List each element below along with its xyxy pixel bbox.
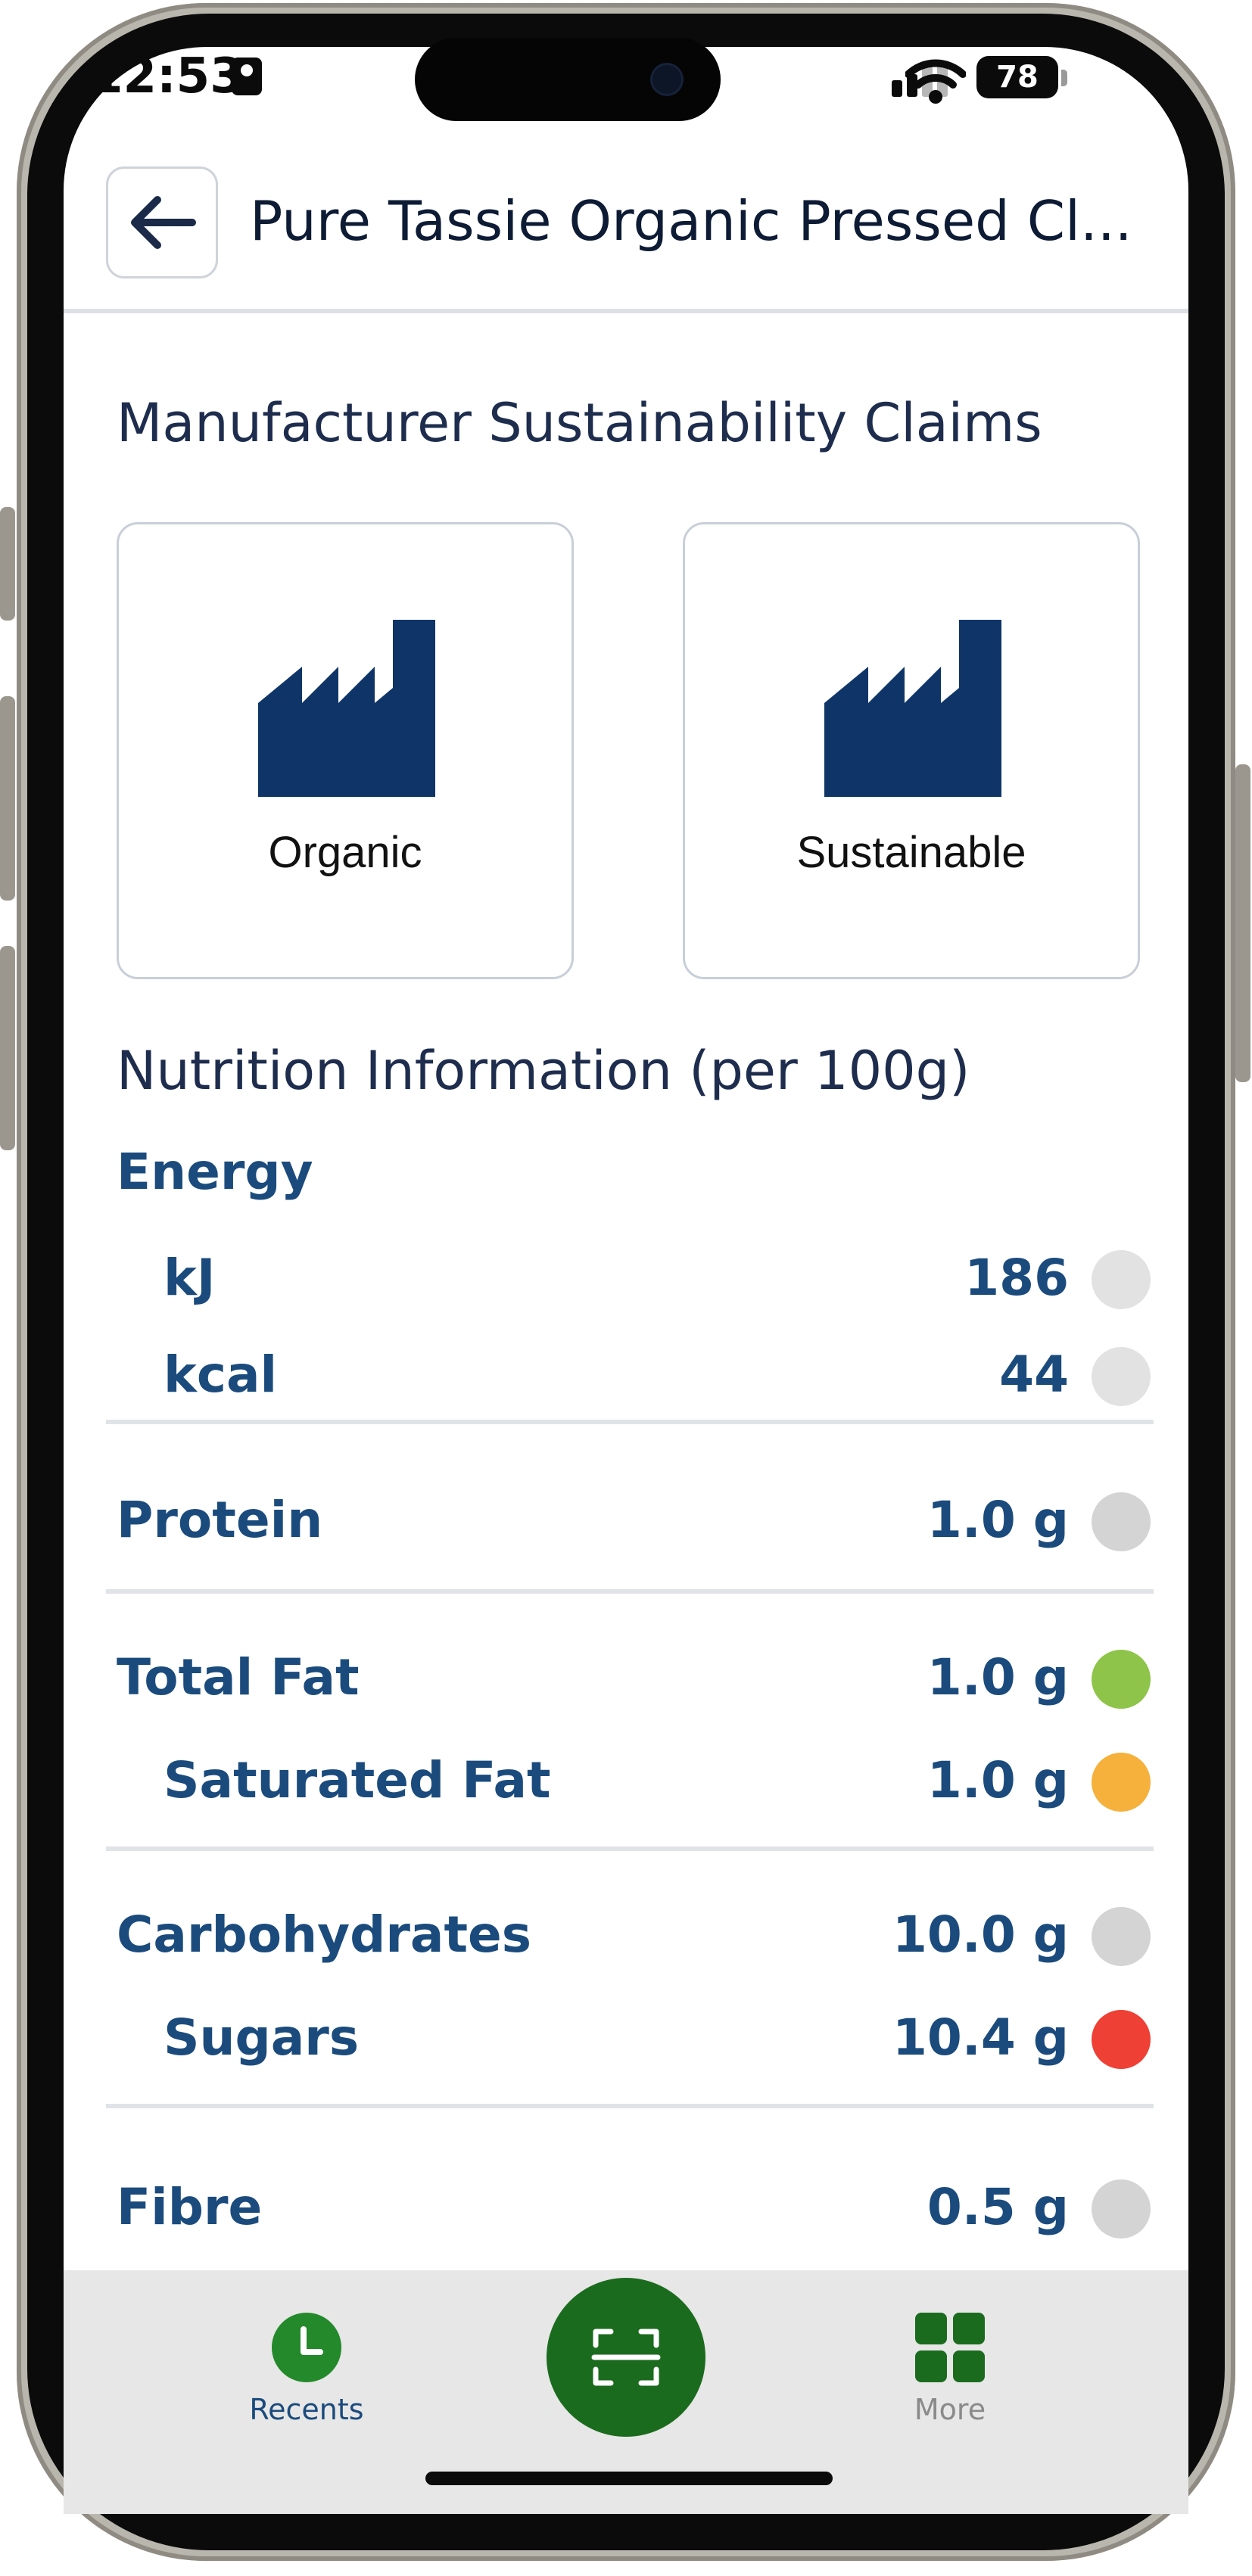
nutrient-value: 1.0 g (927, 1751, 1069, 1809)
nutrient-label: Total Fat (117, 1648, 360, 1706)
factory-icon (258, 620, 435, 797)
nutrient-label: Saturated Fat (164, 1751, 551, 1809)
nutrient-value: 44 (999, 1346, 1069, 1404)
nutrient-value: 186 (964, 1249, 1069, 1307)
status-dot (1092, 1650, 1151, 1709)
nav-recents-label: Recents (249, 2393, 364, 2426)
nutrient-label: Protein (117, 1491, 323, 1549)
wifi-icon (905, 59, 966, 104)
camera-icon (652, 65, 681, 94)
row-divider (106, 1846, 1154, 1851)
status-dot (1092, 2010, 1151, 2069)
nutrient-label: kcal (164, 1346, 278, 1404)
energy-label: Energy (117, 1143, 313, 1201)
nav-recents[interactable]: Recents (227, 2301, 386, 2437)
back-button[interactable] (106, 166, 218, 278)
status-dot (1092, 1492, 1151, 1551)
claim-card-organic[interactable]: Organic (117, 522, 574, 979)
power-button (1235, 764, 1250, 1082)
status-time: 12:53 (89, 48, 244, 104)
contact-card-icon (232, 58, 262, 95)
row-divider (106, 2104, 1154, 2108)
nutrient-value: 1.0 g (927, 1648, 1069, 1706)
header-divider (64, 309, 1188, 313)
page-title: Pure Tassie Organic Pressed Cl... (250, 189, 1132, 253)
volume-up-button (0, 696, 15, 901)
scan-button[interactable] (547, 2278, 705, 2437)
scan-icon (591, 2329, 661, 2386)
status-dot (1092, 1753, 1151, 1812)
nav-more-label: More (914, 2393, 986, 2426)
grid-icon (915, 2313, 985, 2382)
nutrient-value: 0.5 g (927, 2178, 1069, 2236)
clock-icon (272, 2313, 341, 2382)
status-dot (1092, 1907, 1151, 1966)
claim-label: Sustainable (796, 828, 1026, 877)
status-dot (1092, 1250, 1151, 1309)
claim-label: Organic (268, 828, 422, 877)
factory-icon (824, 620, 1001, 797)
volume-down-button (0, 946, 15, 1150)
claim-card-sustainable[interactable]: Sustainable (683, 522, 1140, 979)
nutrient-value: 10.4 g (892, 2008, 1069, 2067)
side-button (0, 507, 15, 621)
nutrient-value: 1.0 g (927, 1491, 1069, 1549)
status-dot (1092, 1347, 1151, 1406)
nutrient-value: 10.0 g (892, 1906, 1069, 1964)
nutrient-label: Fibre (117, 2178, 263, 2236)
row-divider (106, 1420, 1154, 1424)
nutrient-label: Carbohydrates (117, 1906, 532, 1964)
home-indicator (425, 2472, 833, 2485)
nutrient-label: kJ (164, 1249, 216, 1307)
claims-section-title: Manufacturer Sustainability Claims (117, 392, 1042, 454)
status-dot (1092, 2179, 1151, 2238)
battery-icon: 78 (976, 56, 1058, 98)
row-divider (106, 1589, 1154, 1594)
nutrient-label: Sugars (164, 2008, 360, 2067)
battery-tip (1061, 70, 1067, 86)
nav-more[interactable]: More (870, 2301, 1029, 2437)
nutrition-section-title: Nutrition Information (per 100g) (117, 1040, 970, 1102)
arrow-left-icon (131, 196, 196, 249)
